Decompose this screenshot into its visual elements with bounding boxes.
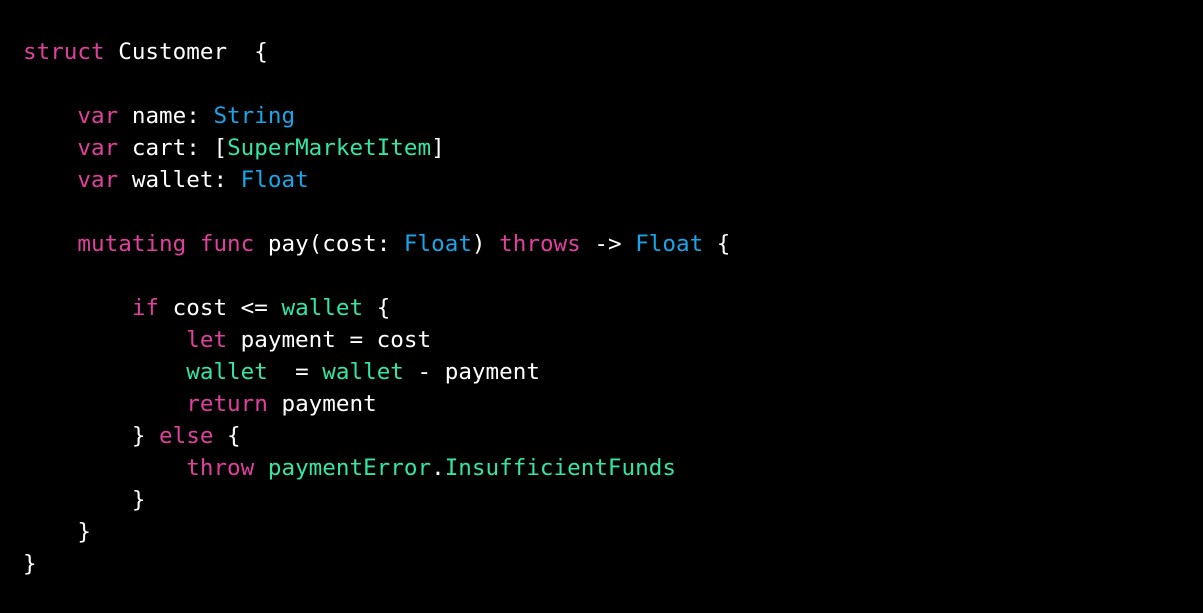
code-line: } [23, 516, 730, 548]
code-token-plain: { [363, 295, 391, 321]
code-token-plain: ] [431, 135, 445, 161]
code-block: struct Customer { var name: String var c… [23, 36, 730, 580]
code-token-kw: return [186, 391, 268, 417]
code-token-ident: wallet [281, 295, 364, 321]
code-token-ident: InsufficientFunds [444, 455, 676, 481]
code-token-plain: payment = cost [227, 327, 432, 353]
code-line: var name: String [23, 100, 730, 132]
code-token-kw: throw [186, 455, 255, 481]
code-line: } else { [23, 420, 730, 452]
code-token-kw: if [131, 295, 160, 321]
code-line: return payment [23, 388, 730, 420]
code-token-kw: var [77, 167, 119, 193]
code-token-kw: mutating func [77, 231, 255, 257]
code-token-type: Float [403, 231, 472, 257]
code-token-plain: wallet: [118, 167, 241, 193]
code-token-ident: paymentError [267, 455, 432, 481]
code-token-plain: name: [118, 103, 214, 129]
code-token-plain: } [23, 551, 37, 577]
code-token-plain: cost <= [159, 295, 282, 321]
code-token-plain: - payment [403, 359, 540, 385]
code-line: throw paymentError.InsufficientFunds [23, 452, 730, 484]
code-token-type: Float [635, 231, 704, 257]
code-token-kw: throws [499, 231, 581, 257]
code-token-plain: = [267, 359, 323, 385]
code-line: struct Customer { [23, 36, 730, 68]
code-token-ident: wallet [186, 359, 268, 385]
code-line: wallet = wallet - payment [23, 356, 730, 388]
code-token-plain: } [23, 519, 92, 545]
code-token-plain: pay(cost: [254, 231, 404, 257]
code-line: var wallet: Float [23, 164, 730, 196]
code-token-plain: -> [580, 231, 636, 257]
code-token-plain: { [703, 231, 731, 257]
code-token-ident: SuperMarketItem [227, 135, 432, 161]
code-token-kw: var [77, 135, 119, 161]
code-token-plain: cart: [ [118, 135, 228, 161]
code-token-ident: wallet [322, 359, 404, 385]
code-token-plain: { [213, 423, 241, 449]
code-token-kw: struct [23, 39, 105, 65]
code-line: var cart: [SuperMarketItem] [23, 132, 730, 164]
code-token-type: String [213, 103, 296, 129]
code-line: let payment = cost [23, 324, 730, 356]
code-token-plain: } [23, 423, 160, 449]
code-token-type: Float [240, 167, 309, 193]
code-token-plain: . [431, 455, 445, 481]
code-line: if cost <= wallet { [23, 292, 730, 324]
code-line: } [23, 484, 730, 516]
code-token-kw: var [77, 103, 119, 129]
code-token-plain: Customer { [104, 39, 268, 65]
code-token-kw: let [186, 327, 228, 353]
code-token-kw: else [159, 423, 214, 449]
code-line: } [23, 548, 730, 580]
code-token-plain: ) [471, 231, 500, 257]
code-token-plain: payment [267, 391, 377, 417]
code-token-plain: } [23, 487, 146, 513]
code-line: mutating func pay(cost: Float) throws ->… [23, 228, 730, 260]
